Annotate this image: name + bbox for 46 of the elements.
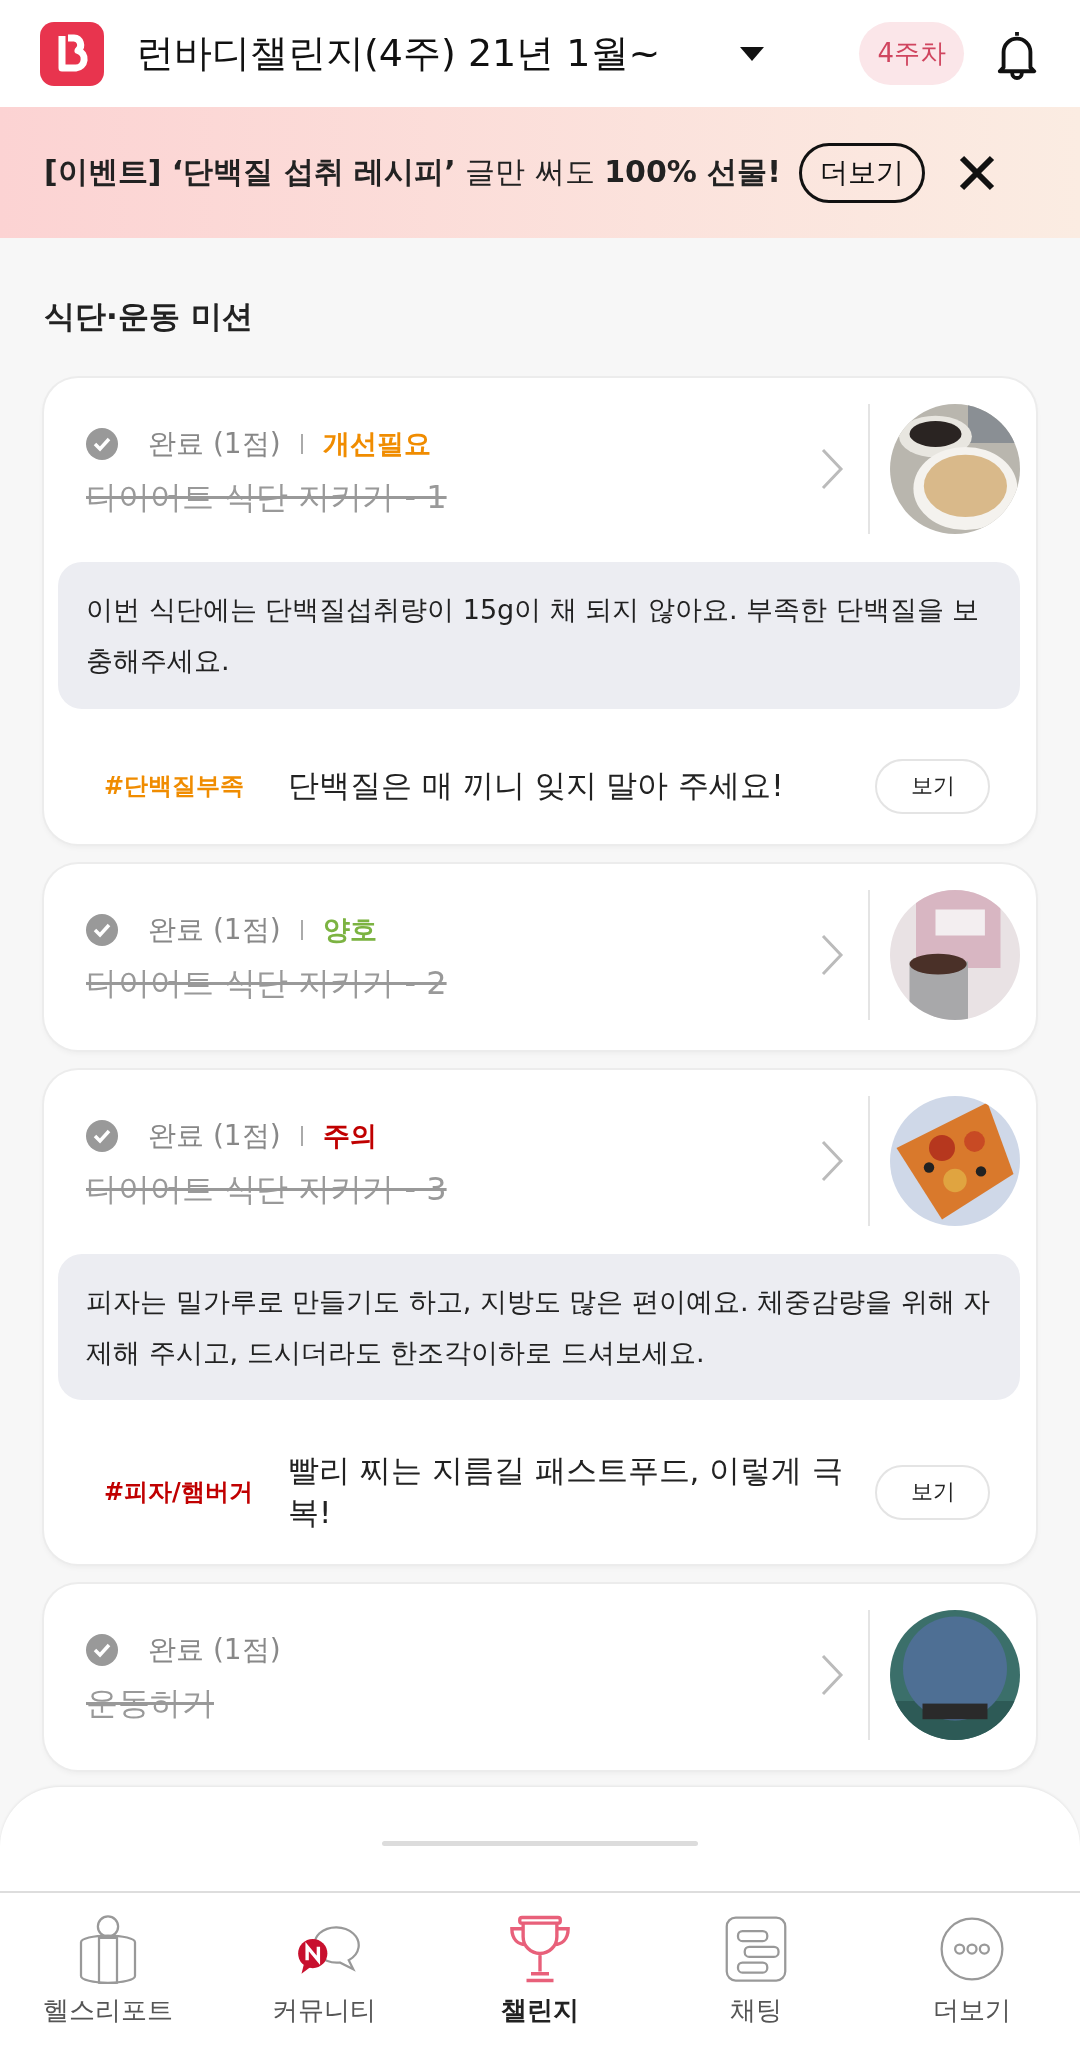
grade-label: 개선필요 <box>322 427 431 461</box>
chevron-icon <box>820 1652 844 1697</box>
nav-label: 헬스리포트 <box>43 1994 173 2027</box>
hashtag: #단백질부족 <box>104 771 246 803</box>
mission-title: 다이어트 식단 지키기 - 1 <box>86 477 448 518</box>
app-logo-icon[interactable] <box>40 21 104 86</box>
view-button[interactable]: 보기 <box>875 758 990 814</box>
chevron-icon <box>820 447 844 491</box>
more-button[interactable]: 더보기 <box>799 142 925 203</box>
mission-title: 운동하기 <box>86 1682 215 1724</box>
week-badge: 4주차 <box>859 22 964 85</box>
status-text: 완료 (1점) <box>148 426 281 462</box>
mission-card[interactable]: 완료 (1점) 양호 다이어트 식단 지키기 - 2 <box>44 863 1036 1050</box>
mission-card[interactable]: 완료 (1점) 주의 다이어트 식단 지키기 - 3 피자는 밀가루로 만들기도 하고, 지방도 많은 편이예요. 체중감량을 위해 자제해 주시고, 드시더라도 한조각이하로 드셔보세요. #피자/햄버거 빨리 찌는 지름길 패스트푸드, 이렇게 극복! 보기 <box>44 1069 1036 1564</box>
challenge-title[interactable]: 런바디챌린지(4주) 21년 1월~ <box>136 28 661 79</box>
mission-title: 다이어트 식단 지키기 - 3 <box>86 1168 448 1210</box>
chevron-icon <box>820 1138 844 1183</box>
nav-label: 더보기 <box>933 1994 1011 2027</box>
nav-tab[interactable]: 채팅 <box>656 1913 856 2028</box>
chevron-icon <box>820 932 844 977</box>
nav-tab[interactable]: 더보기 <box>872 1913 1072 2028</box>
status-text: 완료 (1점) <box>148 1631 281 1668</box>
nav-label: 챌린지 <box>501 1994 579 2027</box>
grade-label: 양호 <box>322 912 377 947</box>
grade-label: 주의 <box>322 1118 377 1153</box>
event-banner[interactable]: [이벤트] ‘단백질 섭취 레시피’ 글만 써도 100% 선물! 더보기 <box>0 107 1080 238</box>
feedback-text: 이번 식단에는 단백질섭취량이 15g이 채 되지 않아요. 부족한 단백질을 보충해주세요. <box>58 562 1020 709</box>
feedback-text: 피자는 밀가루로 만들기도 하고, 지방도 많은 편이예요. 체중감량을 위해 자제해 주시고, 드시더라도 한조각이하로 드셔보세요. <box>58 1253 1020 1401</box>
nav-label: 채팅 <box>730 1994 782 2027</box>
mission-card[interactable]: 완료 (1점) 운동하기 <box>44 1583 1036 1770</box>
view-button[interactable]: 보기 <box>875 1464 990 1520</box>
nav-label: 커뮤니티 <box>272 1994 376 2027</box>
mission-title: 다이어트 식단 지키기 - 2 <box>86 962 448 1004</box>
event-text: [이벤트] ‘단백질 섭취 레시피’ 글만 써도 100% 선물! <box>44 153 781 191</box>
nav-tab[interactable]: 헬스리포트 <box>8 1913 208 2028</box>
section-title: 식단·운동 미션 <box>44 297 254 336</box>
status-text: 완료 (1점) <box>148 1117 281 1154</box>
mission-card[interactable]: 완료 (1점) 개선필요 다이어트 식단 지키기 - 1 이번 식단에는 단백질섭취량이 15g이 채 되지 않아요. 부족한 단백질을 보충해주세요. #단백질부족 단백질은 매 끼니 잊지 말아 주세요! 보기 <box>44 378 1036 844</box>
nav-tab[interactable]: 챌린지 <box>440 1913 640 2028</box>
status-text: 완료 (1점) <box>148 911 281 948</box>
nav-tab[interactable]: 커뮤니티 <box>224 1913 424 2028</box>
dropdown-caret-icon[interactable] <box>740 46 765 61</box>
sheet-handle[interactable] <box>382 1841 698 1846</box>
tip-text: 빨리 찌는 지름길 패스트푸드, 이렇게 극복! <box>288 1451 845 1533</box>
hashtag: #피자/햄버거 <box>104 1477 254 1509</box>
tip-text: 단백질은 매 끼니 잊지 말아 주세요! <box>288 766 785 806</box>
